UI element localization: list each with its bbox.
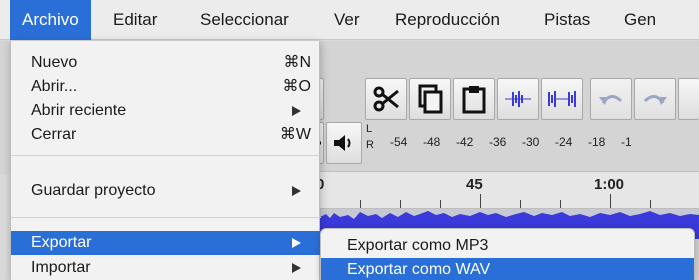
ruler-tick xyxy=(560,200,561,208)
ruler-tick xyxy=(520,200,521,208)
paste-icon[interactable] xyxy=(453,78,495,120)
ruler-tick xyxy=(440,200,441,208)
submenu-arrow-icon xyxy=(292,238,301,248)
meter-tick: -30 xyxy=(522,135,540,149)
meter-tick: -24 xyxy=(555,135,573,149)
menu-seleccionar[interactable]: Seleccionar xyxy=(188,0,301,40)
menu-item-label: Exportar como WAV xyxy=(347,261,491,278)
menu-item-cerrar[interactable]: Cerrar ⌘W xyxy=(11,123,321,147)
menu-item-label: Nuevo xyxy=(31,54,78,71)
menu-item-label: Importar xyxy=(31,259,91,276)
speaker-icon[interactable] xyxy=(326,122,362,164)
shortcut-label: ⌘O xyxy=(282,78,311,95)
menu-bar: Archivo Editar Seleccionar Ver Reproducc… xyxy=(0,0,699,40)
meter-tick: -42 xyxy=(456,135,474,149)
meter-tick: -54 xyxy=(390,135,408,149)
toolbar-overflow xyxy=(678,78,699,120)
timeline-ruler[interactable]: 0 45 1:00 xyxy=(316,171,699,209)
silence-icon[interactable] xyxy=(541,78,583,120)
menu-pistas[interactable]: Pistas xyxy=(532,0,602,40)
menu-item-guardar-proyecto[interactable]: Guardar proyecto xyxy=(11,179,321,203)
ruler-tick xyxy=(360,200,361,208)
menu-ver[interactable]: Ver xyxy=(322,0,372,40)
menu-item-label: Exportar como MP3 xyxy=(347,237,489,254)
meter-channel-left: L xyxy=(366,123,373,135)
shortcut-label: ⌘W xyxy=(279,126,311,143)
menu-separator xyxy=(11,155,321,156)
menu-reproduccion[interactable]: Reproducción xyxy=(383,0,512,40)
ruler-label: 45 xyxy=(466,176,483,193)
ruler-tick xyxy=(610,194,611,208)
menu-item-label: Guardar proyecto xyxy=(31,182,156,199)
menu-item-exportar-wav[interactable]: Exportar como WAV xyxy=(321,258,694,280)
meter-tick: -36 xyxy=(489,135,507,149)
menu-item-nuevo[interactable]: Nuevo ⌘N xyxy=(11,51,321,75)
meter-tick: -1 xyxy=(621,135,632,149)
menu-item-importar[interactable]: Importar xyxy=(11,256,321,280)
submenu-arrow-icon xyxy=(292,186,301,196)
menu-item-abrir-reciente[interactable]: Abrir reciente xyxy=(11,99,321,123)
ruler-label: 1:00 xyxy=(594,176,625,193)
menu-item-abrir[interactable]: Abrir... ⌘O xyxy=(11,75,321,99)
menu-editar[interactable]: Editar xyxy=(101,0,169,40)
meter-tick: -48 xyxy=(423,135,441,149)
ruler-tick xyxy=(650,200,651,208)
submenu-arrow-icon xyxy=(292,106,301,116)
menu-item-label: Abrir reciente xyxy=(31,102,127,119)
undo-icon[interactable] xyxy=(590,78,632,120)
ruler-tick xyxy=(400,200,401,208)
meter-scale: -54 -48 -42 -36 -30 -24 -18 -1 xyxy=(378,121,699,161)
trim-icon[interactable] xyxy=(497,78,539,120)
menu-item-exportar[interactable]: Exportar xyxy=(11,231,321,255)
menu-item-label: Cerrar xyxy=(31,126,77,143)
menu-separator xyxy=(11,217,321,218)
ruler-tick xyxy=(480,194,481,208)
menu-item-label: Exportar xyxy=(31,234,92,251)
file-menu: Nuevo ⌘N Abrir... ⌘O Abrir reciente Cerr… xyxy=(10,41,321,280)
redo-icon[interactable] xyxy=(634,78,676,120)
submenu-arrow-icon xyxy=(292,263,301,273)
menu-archivo[interactable]: Archivo xyxy=(10,0,91,40)
copy-icon[interactable] xyxy=(409,78,451,120)
shortcut-label: ⌘N xyxy=(283,54,311,71)
menu-item-exportar-mp3[interactable]: Exportar como MP3 xyxy=(321,234,694,258)
export-submenu: Exportar como MP3 Exportar como WAV xyxy=(320,228,695,280)
meter-tick: -18 xyxy=(588,135,606,149)
menu-generar[interactable]: Gen xyxy=(612,0,668,40)
cut-icon[interactable] xyxy=(365,78,407,120)
meter-channel-right: R xyxy=(366,139,374,151)
menu-item-label: Abrir... xyxy=(31,78,78,95)
